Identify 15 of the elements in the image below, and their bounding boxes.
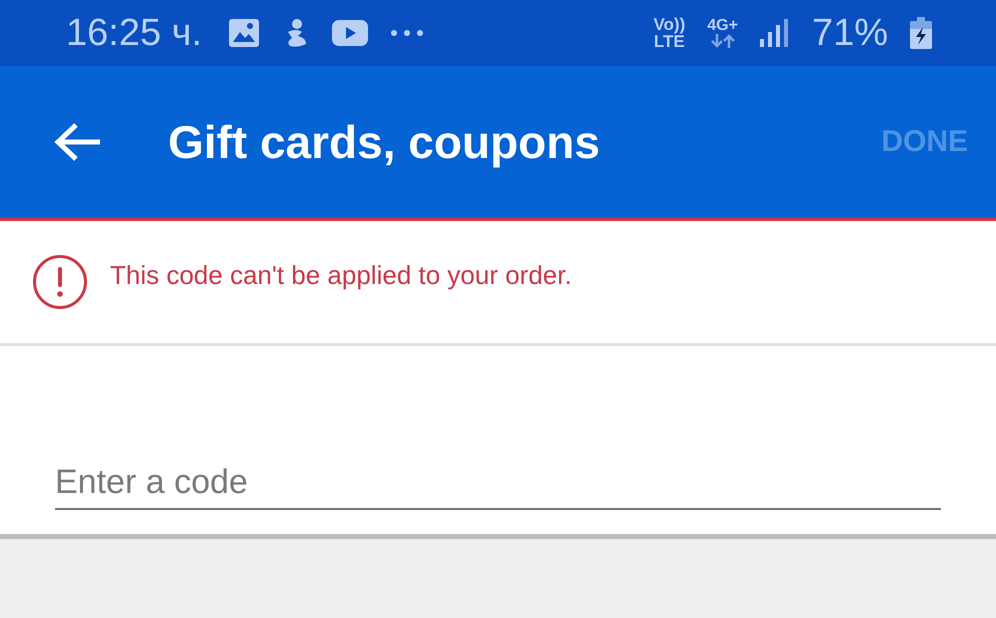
page-title: Gift cards, coupons [168, 115, 601, 169]
more-icon [390, 29, 424, 37]
data-arrows-icon [710, 34, 735, 48]
signal-icon [760, 19, 790, 47]
play-icon [332, 20, 368, 46]
battery-charging-icon [910, 17, 932, 49]
error-icon [32, 254, 88, 310]
back-arrow-icon[interactable] [54, 122, 102, 162]
volte-label: Vo)) [653, 16, 686, 33]
image-icon [228, 18, 260, 48]
lte-label: LTE [654, 33, 685, 50]
error-message: This code can't be applied to your order. [110, 260, 572, 290]
network-label: 4G+ [707, 18, 738, 34]
battery-percent: 71% [812, 12, 888, 54]
status-time: 16:25 ч. [66, 12, 202, 54]
